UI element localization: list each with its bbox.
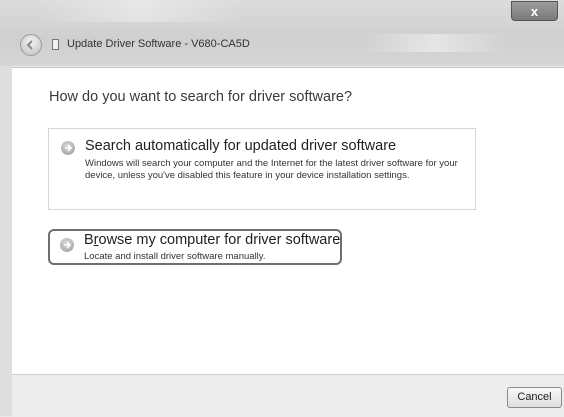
option-description: Windows will search your computer and th…: [85, 158, 458, 181]
back-arrow-icon: [26, 40, 33, 50]
green-arrow-icon: [60, 238, 74, 252]
option-title-rest: owse my computer for driver software: [98, 232, 341, 248]
wizard-footer: Cancel: [12, 374, 564, 417]
option-title: Browse my computer for driver software: [84, 232, 340, 248]
window-frame-left: [0, 66, 12, 416]
wizard-content: How do you want to search for driver sof…: [12, 67, 564, 374]
cancel-button[interactable]: Cancel: [507, 387, 562, 408]
option-title-prefix: B: [84, 232, 94, 248]
search-automatically-option[interactable]: Search automatically for updated driver …: [48, 128, 476, 210]
window-title: Update Driver Software - V680-CA5D: [67, 38, 250, 50]
window-title-bar: x Update Driver Software - V680-CA5D: [0, 0, 564, 66]
back-button[interactable]: [20, 34, 42, 56]
option-description: Locate and install driver software manua…: [84, 251, 266, 262]
wizard-icon: [52, 39, 59, 50]
glass-effect: [40, 0, 240, 22]
browse-computer-option[interactable]: Browse my computer for driver software L…: [48, 229, 342, 265]
close-button[interactable]: x: [511, 1, 558, 21]
glass-highlight: [360, 34, 510, 52]
green-arrow-icon: [61, 141, 75, 155]
option-title: Search automatically for updated driver …: [85, 138, 397, 154]
page-heading: How do you want to search for driver sof…: [49, 89, 353, 105]
